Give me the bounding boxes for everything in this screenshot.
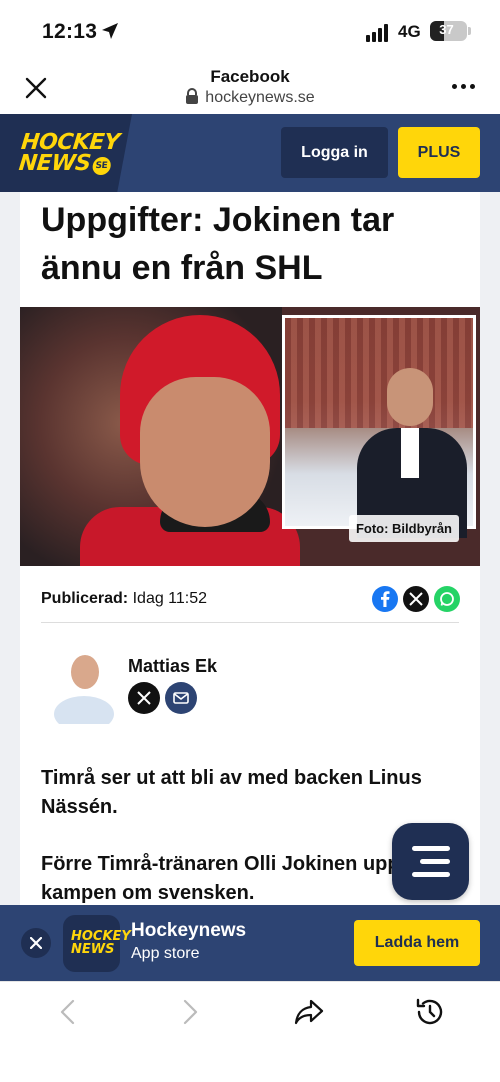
divider [41, 622, 459, 623]
login-button[interactable]: Logga in [281, 127, 388, 178]
share-icon[interactable] [293, 996, 325, 1028]
photo-credit: Foto: Bildbyrån [348, 515, 459, 542]
forward-icon[interactable] [174, 996, 206, 1028]
browser-toolbar [0, 981, 500, 1082]
published-info: Publicerad: Idag 11:52 [41, 590, 207, 608]
battery-icon: 37 [430, 21, 467, 41]
published-value: Idag 11:52 [132, 590, 208, 607]
author-x-icon[interactable] [128, 682, 160, 714]
logo-se-badge: SE [91, 157, 112, 175]
network-type: 4G [398, 22, 421, 41]
app-icon: HOCKEY NEWS [63, 915, 131, 972]
app-icon-line2: NEWS [71, 942, 115, 957]
article: Uppgifter: Jokinen tar ännu en från SHL … [20, 192, 480, 905]
browser-title: Facebook [210, 67, 290, 86]
menu-icon-bar [411, 846, 450, 851]
cellular-signal-icon [366, 22, 388, 42]
plus-button[interactable]: PLUS [398, 127, 480, 178]
browser-url: hockeynews.se [0, 88, 500, 107]
in-app-browser-header: Facebook hockeynews.se [0, 64, 500, 114]
x-icon[interactable] [403, 586, 429, 612]
site-header: HOCKEY NEWS SE Logga in PLUS [0, 114, 500, 198]
whatsapp-icon[interactable] [434, 586, 460, 612]
author-email-icon[interactable] [165, 682, 197, 714]
app-name: Hockeynews [131, 920, 247, 941]
back-icon[interactable] [52, 996, 84, 1028]
status-bar: 12:13 4G 37 [0, 0, 500, 64]
history-icon[interactable] [414, 996, 446, 1028]
app-icon-logo: HOCKEY NEWS [71, 930, 131, 956]
download-button[interactable]: Ladda hem [354, 920, 480, 966]
facebook-icon[interactable] [372, 586, 398, 612]
published-label: Publicerad: [41, 590, 129, 607]
battery-level: 37 [439, 22, 454, 37]
author-avatar [54, 655, 114, 724]
article-hero-image: Foto: Bildbyrån [20, 307, 480, 566]
menu-button[interactable] [392, 823, 469, 900]
more-options-icon[interactable] [452, 84, 475, 89]
app-store-label: App store [131, 945, 200, 962]
banner-close-icon[interactable] [21, 928, 51, 958]
logo-text: HOCKEY NEWS SE [17, 130, 121, 176]
status-time: 12:13 [42, 20, 98, 43]
lock-icon [186, 88, 199, 104]
logo-line1: HOCKEY [19, 130, 121, 155]
share-buttons [372, 586, 460, 612]
author-name[interactable]: Mattias Ek [128, 656, 217, 677]
player-photo [20, 307, 300, 566]
app-install-banner: HOCKEY NEWS Hockeynews App store Ladda h… [0, 905, 500, 981]
battery-tip [468, 27, 471, 35]
article-headline: Uppgifter: Jokinen tar ännu en från SHL [41, 201, 395, 287]
site-logo[interactable]: HOCKEY NEWS SE [0, 114, 132, 198]
logo-line2: NEWS [17, 151, 92, 176]
browser-url-text: hockeynews.se [205, 89, 315, 106]
coach-photo [282, 315, 476, 538]
location-arrow-icon [102, 23, 118, 39]
article-paragraph: Timrå ser ut att bli av med backen Linus… [41, 767, 422, 818]
